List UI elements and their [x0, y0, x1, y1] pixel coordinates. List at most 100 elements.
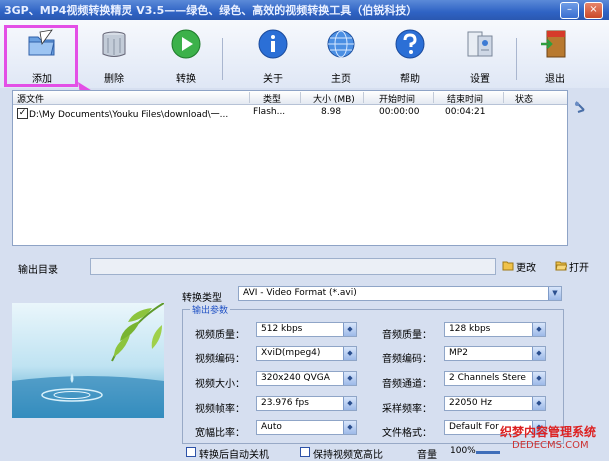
- sample-rate-value: 22050 Hz: [449, 398, 492, 408]
- audio-quality-value: 128 kbps: [449, 324, 491, 334]
- homepage-label: 主页: [331, 74, 351, 85]
- row-type: Flash...: [253, 107, 286, 117]
- settings-button[interactable]: 设置: [452, 20, 508, 88]
- highlight-box: [4, 25, 78, 87]
- spinner-arrow-icon: ◆: [532, 347, 545, 360]
- trash-icon: [102, 31, 126, 57]
- auto-shutdown-checkbox[interactable]: [186, 447, 196, 457]
- video-fps-label: 视频帧率：: [195, 404, 245, 415]
- help-label: 帮助: [400, 74, 420, 85]
- output-dir-field[interactable]: [90, 258, 496, 275]
- video-size-select[interactable]: 320x240 QVGA ◆: [256, 371, 357, 386]
- spinner-arrow-icon: ◆: [532, 323, 545, 336]
- audio-codec-value: MP2: [449, 348, 468, 358]
- video-fps-select[interactable]: 23.976 fps ◆: [256, 396, 357, 411]
- output-params-title: 输出参数: [190, 303, 231, 316]
- column-end[interactable]: 结束时间: [447, 92, 483, 105]
- audio-channel-select[interactable]: 2 Channels Stere ◆: [444, 371, 546, 386]
- toolbar-divider: [222, 38, 223, 80]
- clear-list-icon[interactable]: [572, 100, 588, 116]
- video-quality-select[interactable]: 512 kbps ◆: [256, 322, 357, 337]
- volume-slider-fill: [476, 451, 500, 454]
- exit-button[interactable]: 退出: [527, 20, 583, 88]
- aspect-ratio-label: 宽幅比率：: [195, 428, 245, 439]
- about-button[interactable]: 关于: [245, 20, 301, 88]
- column-divider: [300, 92, 301, 103]
- play-icon: [171, 29, 201, 59]
- open-button[interactable]: 打开: [569, 259, 589, 274]
- row-checkbox[interactable]: ✓: [17, 108, 28, 119]
- aspect-ratio-select[interactable]: Auto ◆: [256, 420, 357, 435]
- video-fps-value: 23.976 fps: [261, 398, 309, 408]
- keep-ratio-label: 保持视频宽高比: [313, 450, 383, 461]
- output-dir-label: 输出目录: [18, 265, 58, 276]
- settings-icon: [467, 31, 493, 57]
- row-source: D:\My Documents\Youku Files\download\一..…: [29, 110, 229, 120]
- file-list[interactable]: 源文件 类型 大小 (MB) 开始时间 结束时间 状态 ✓ D:\My Docu…: [12, 90, 568, 246]
- volume-slider-track[interactable]: [476, 451, 500, 454]
- file-format-label: 文件格式：: [382, 428, 432, 439]
- convert-button[interactable]: 转换: [158, 20, 214, 88]
- homepage-button[interactable]: 主页: [313, 20, 369, 88]
- conversion-type-select[interactable]: AVI - Video Format (*.avi) ▼: [238, 286, 562, 301]
- exit-label: 退出: [545, 74, 565, 85]
- convert-label: 转换: [176, 74, 196, 85]
- video-codec-select[interactable]: XviD(mpeg4) ◆: [256, 346, 357, 361]
- volume-value: 100%: [450, 446, 476, 456]
- spinner-arrow-icon: ◆: [343, 397, 356, 410]
- dropdown-arrow-icon: ▼: [548, 287, 561, 300]
- exit-door-icon: [541, 30, 566, 58]
- column-size[interactable]: 大小 (MB): [313, 92, 355, 105]
- title-bar: 3GP、MP4视频转换精灵 V3.5——绿色、绿色、高效的视频转换工具（伯锐科技…: [0, 0, 609, 20]
- audio-quality-label: 音频质量：: [382, 330, 432, 341]
- globe-icon: [327, 30, 355, 58]
- minimize-button[interactable]: –: [560, 2, 579, 19]
- spinner-arrow-icon: ◆: [343, 347, 356, 360]
- aspect-ratio-value: Auto: [261, 422, 282, 432]
- column-divider: [249, 92, 250, 103]
- video-size-value: 320x240 QVGA: [261, 373, 330, 383]
- video-quality-label: 视频质量：: [195, 330, 245, 341]
- audio-codec-select[interactable]: MP2 ◆: [444, 346, 546, 361]
- column-type[interactable]: 类型: [263, 92, 281, 105]
- audio-channel-label: 音频通道：: [382, 379, 432, 390]
- conversion-type-value: AVI - Video Format (*.avi): [243, 288, 357, 298]
- row-start: 00:00:00: [379, 107, 420, 117]
- spinner-arrow-icon: ◆: [532, 397, 545, 410]
- video-quality-value: 512 kbps: [261, 324, 303, 334]
- spinner-arrow-icon: ◆: [343, 323, 356, 336]
- watermark-url: DEDECMS.COM: [512, 440, 589, 451]
- audio-quality-select[interactable]: 128 kbps ◆: [444, 322, 546, 337]
- video-size-label: 视频大小：: [195, 379, 245, 390]
- column-start[interactable]: 开始时间: [379, 92, 415, 105]
- row-end: 00:04:21: [445, 107, 486, 117]
- help-button[interactable]: 帮助: [382, 20, 438, 88]
- sample-rate-select[interactable]: 22050 Hz ◆: [444, 396, 546, 411]
- row-size: 8.98: [321, 107, 342, 117]
- spinner-arrow-icon: ◆: [343, 421, 356, 434]
- spinner-arrow-icon: ◆: [532, 372, 545, 385]
- change-button[interactable]: 更改: [516, 259, 536, 274]
- sample-rate-label: 采样频率：: [382, 404, 432, 415]
- column-source[interactable]: 源文件: [17, 92, 44, 105]
- watermark-title: 织梦内容管理系统: [500, 425, 597, 439]
- keep-ratio-checkbox[interactable]: [300, 447, 310, 457]
- settings-label: 设置: [470, 74, 490, 85]
- delete-button[interactable]: 删除: [86, 20, 142, 88]
- info-icon: [258, 29, 288, 59]
- folder-icon: [502, 261, 514, 271]
- column-divider: [503, 92, 504, 103]
- close-button[interactable]: ×: [584, 2, 603, 19]
- column-divider: [433, 92, 434, 103]
- volume-label: 音量: [417, 450, 437, 461]
- file-list-header: 源文件 类型 大小 (MB) 开始时间 结束时间 状态: [13, 91, 567, 105]
- column-status[interactable]: 状态: [515, 92, 533, 105]
- spinner-arrow-icon: ◆: [343, 372, 356, 385]
- audio-channel-value: 2 Channels Stere: [449, 373, 526, 383]
- video-codec-label: 视频编码：: [195, 354, 245, 365]
- video-codec-value: XviD(mpeg4): [261, 348, 321, 358]
- audio-codec-label: 音频编码：: [382, 354, 432, 365]
- open-folder-icon: [555, 261, 567, 271]
- file-format-value: Default For: [449, 422, 499, 432]
- window-title: 3GP、MP4视频转换精灵 V3.5——绿色、绿色、高效的视频转换工具（伯锐科技…: [4, 4, 418, 17]
